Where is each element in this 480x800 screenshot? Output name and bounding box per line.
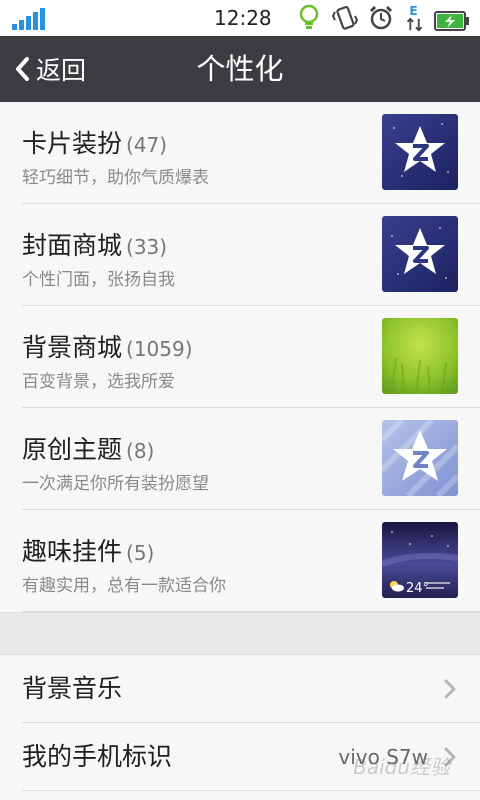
list-item-background-store[interactable]: 背景商城 (1059) 百变背景，选我所爱	[0, 306, 480, 408]
vibrate-icon	[332, 6, 358, 30]
chevron-right-icon	[444, 679, 456, 699]
item-count: (5)	[126, 541, 155, 565]
weather-widget-thumbnail: 24°	[382, 522, 458, 598]
widget-temperature: 24°	[406, 581, 429, 596]
item-subtitle: 个性门面，张扬自我	[22, 270, 175, 290]
green-grass-thumbnail	[382, 318, 458, 394]
title-bar: 返回 个性化	[0, 36, 480, 102]
item-title: 趣味挂件	[22, 537, 123, 566]
status-bar: 12:28 E	[0, 0, 480, 36]
item-count: (33)	[126, 235, 168, 259]
svg-text:E: E	[409, 4, 417, 18]
setting-label: 我的手机标识	[22, 742, 173, 771]
watermark: Baidu经验	[353, 755, 450, 779]
item-count: (47)	[126, 133, 168, 157]
list-item-original-themes[interactable]: 原创主题 (8) 一次满足你所有装扮愿望	[0, 408, 480, 510]
setting-label: 背景音乐	[22, 674, 123, 703]
item-count: (1059)	[126, 337, 193, 361]
setting-background-music[interactable]: 背景音乐	[0, 655, 480, 723]
list-item-fun-widgets[interactable]: 趣味挂件 (5) 有趣实用，总有一款适合你 24°	[0, 510, 480, 612]
list-item-cover-store[interactable]: 封面商城 (33) 个性门面，张扬自我	[0, 204, 480, 306]
setting-partial-row	[0, 791, 480, 800]
status-clock: 12:28	[214, 6, 272, 30]
section-divider	[0, 612, 480, 655]
data-e-icon: E	[406, 4, 423, 32]
item-title: 卡片装扮	[22, 129, 123, 158]
battery-charging-icon	[434, 11, 469, 31]
page-title: 个性化	[196, 52, 284, 86]
item-title: 原创主题	[22, 435, 123, 464]
item-subtitle: 百变背景，选我所爱	[22, 372, 175, 392]
item-subtitle: 轻巧细节，助你气质爆表	[22, 168, 209, 188]
qq-star-light-icon	[382, 420, 458, 496]
qq-star-icon	[382, 114, 458, 190]
item-subtitle: 一次满足你所有装扮愿望	[22, 474, 209, 494]
qq-star-icon	[382, 216, 458, 292]
list-item-card-dress[interactable]: 卡片装扮 (47) 轻巧细节，助你气质爆表	[0, 102, 480, 204]
personalize-list: 卡片装扮 (47) 轻巧细节，助你气质爆表 封面商城 (33) 个性门面，张扬自我	[0, 102, 480, 612]
item-subtitle: 有趣实用，总有一款适合你	[22, 576, 226, 596]
item-count: (8)	[126, 439, 155, 463]
item-title: 背景商城	[22, 333, 123, 362]
alarm-icon	[369, 5, 393, 30]
bulb-icon	[299, 4, 319, 29]
item-title: 封面商城	[22, 231, 123, 260]
signal-icon	[12, 8, 46, 30]
